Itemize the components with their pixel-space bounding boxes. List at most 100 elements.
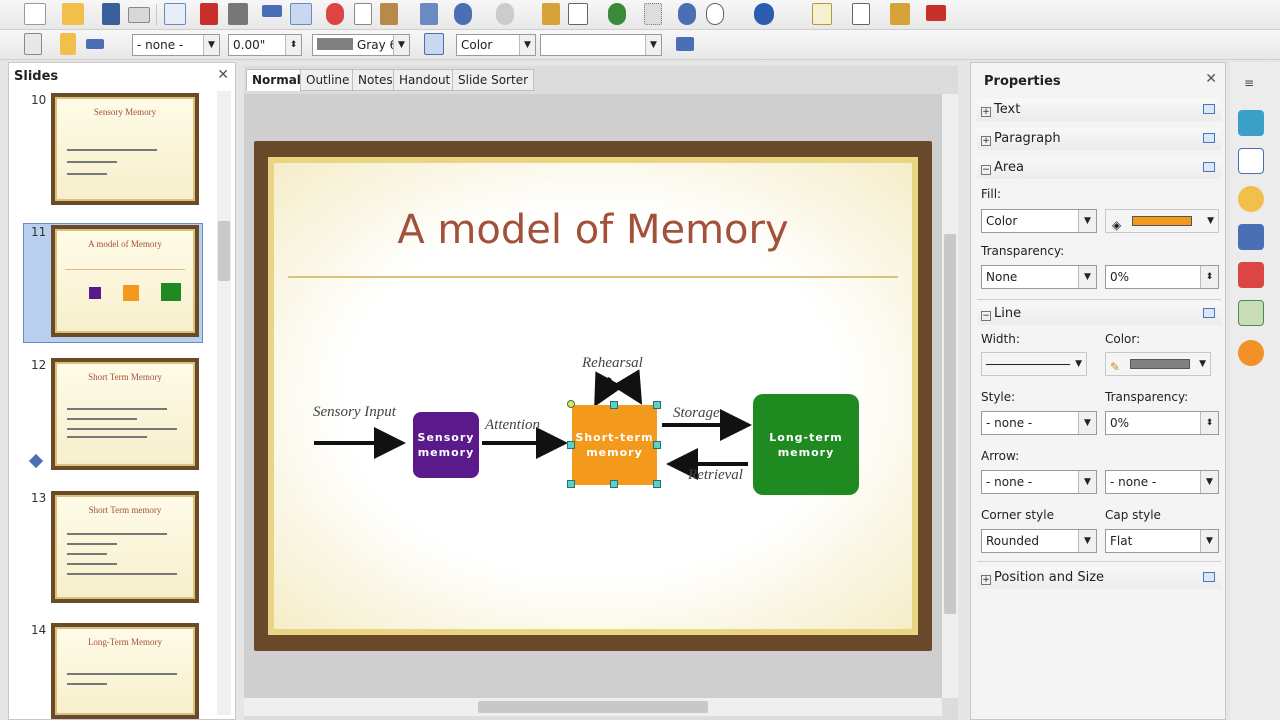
navigator-icon[interactable] xyxy=(1238,340,1264,366)
spin-icon: ⬍ xyxy=(1200,266,1218,288)
box-label: Short-term xyxy=(575,431,654,444)
section-area[interactable]: − Area xyxy=(977,157,1221,179)
chevron-down-icon: ▼ xyxy=(1078,530,1096,552)
line-style-value: - none - xyxy=(986,416,1033,430)
custom-animation-icon[interactable] xyxy=(1238,262,1264,288)
sidebar-deck: ≡ xyxy=(1230,62,1280,720)
collapse-icon: − xyxy=(981,311,991,321)
short-term-memory-box[interactable]: Short-term memory xyxy=(572,405,657,485)
section-label: Paragraph xyxy=(994,131,1061,146)
label-retrieval: Retrieval xyxy=(688,467,743,483)
resize-handle[interactable] xyxy=(567,480,575,488)
gallery-icon[interactable] xyxy=(1238,300,1264,326)
line-color-picker[interactable]: ✎ ▼ xyxy=(1105,352,1211,376)
section-label: Area xyxy=(994,160,1024,175)
arrow-start-select[interactable]: - none - ▼ xyxy=(981,470,1097,494)
line-transparency-label: Transparency: xyxy=(1105,390,1189,404)
resize-handle[interactable] xyxy=(610,480,618,488)
line-width-label: Width: xyxy=(981,332,1020,346)
resize-handle[interactable] xyxy=(653,401,661,409)
chevron-down-icon: ▼ xyxy=(1200,530,1218,552)
long-term-memory-box[interactable]: Long-term memory xyxy=(753,394,859,495)
more-options-icon[interactable] xyxy=(1203,133,1215,143)
line-transparency-field[interactable]: 0% ⬍ xyxy=(1105,411,1219,435)
arrow-rehearsal-up xyxy=(611,369,643,405)
more-options-icon[interactable] xyxy=(1203,308,1215,318)
transparency-label: Transparency: xyxy=(981,244,1065,258)
line-color-swatch xyxy=(1130,359,1190,369)
arrow-label: Arrow: xyxy=(981,449,1020,463)
transparency-select[interactable]: None ▼ xyxy=(981,265,1097,289)
sensory-memory-box[interactable]: Sensory memory xyxy=(413,412,479,478)
chevron-down-icon: ▼ xyxy=(1078,412,1096,434)
pencil-icon: ✎ xyxy=(1110,360,1121,374)
line-transparency-value: 0% xyxy=(1110,416,1130,430)
arrow-end-value: - none - xyxy=(1110,475,1157,489)
chevron-down-icon: ▼ xyxy=(1075,359,1082,369)
line-width-picker[interactable]: ▼ xyxy=(981,352,1087,376)
cap-style-value: Flat xyxy=(1110,534,1133,548)
section-label: Position and Size xyxy=(994,570,1105,585)
label-storage: Storage xyxy=(673,405,720,421)
box-label: memory xyxy=(777,445,835,459)
section-line[interactable]: − Line xyxy=(977,303,1221,325)
cap-style-select[interactable]: Flat ▼ xyxy=(1105,529,1219,553)
slide-transition-icon[interactable] xyxy=(1238,224,1264,250)
transparency-percent-value: 0% xyxy=(1110,270,1130,284)
rotation-handle[interactable] xyxy=(567,400,575,408)
more-options-icon[interactable] xyxy=(1203,104,1215,114)
chevron-down-icon: ▼ xyxy=(1207,216,1214,226)
close-icon[interactable]: ✕ xyxy=(1205,71,1217,87)
expand-icon: + xyxy=(981,136,991,146)
more-options-icon[interactable] xyxy=(1203,572,1215,582)
line-style-label: Style: xyxy=(981,390,1016,404)
resize-handle[interactable] xyxy=(653,441,661,449)
properties-title: Properties xyxy=(984,74,1061,89)
master-slides-icon[interactable] xyxy=(1238,148,1264,174)
fill-color-swatch xyxy=(1132,216,1192,226)
section-text[interactable]: + Text xyxy=(977,99,1221,121)
arrow-start-value: - none - xyxy=(986,475,1033,489)
fill-select[interactable]: Color ▼ xyxy=(981,209,1097,233)
divider xyxy=(977,299,1221,300)
arrow-end-select[interactable]: - none - ▼ xyxy=(1105,470,1219,494)
label-attention: Attention xyxy=(485,417,540,433)
resize-handle[interactable] xyxy=(653,480,661,488)
star-icon[interactable] xyxy=(1238,186,1264,212)
fill-value: Color xyxy=(986,214,1018,228)
line-width-preview xyxy=(986,364,1070,365)
paint-bucket-icon: ◈ xyxy=(1112,218,1122,232)
transparency-percent-field[interactable]: 0% ⬍ xyxy=(1105,265,1219,289)
section-label: Line xyxy=(994,306,1022,321)
collapse-icon: − xyxy=(981,165,991,175)
fill-color-picker[interactable]: ◈ ▼ xyxy=(1105,209,1219,233)
line-color-label: Color: xyxy=(1105,332,1141,346)
section-paragraph[interactable]: + Paragraph xyxy=(977,128,1221,150)
resize-handle[interactable] xyxy=(610,401,618,409)
chevron-down-icon: ▼ xyxy=(1078,471,1096,493)
box-label: memory xyxy=(586,446,643,459)
line-style-select[interactable]: - none - ▼ xyxy=(981,411,1097,435)
chevron-down-icon: ▼ xyxy=(1199,359,1206,369)
resize-handle[interactable] xyxy=(567,441,575,449)
box-label: memory xyxy=(417,446,475,459)
more-options-icon[interactable] xyxy=(1203,162,1215,172)
chevron-down-icon: ▼ xyxy=(1200,471,1218,493)
corner-style-select[interactable]: Rounded ▼ xyxy=(981,529,1097,553)
chevron-down-icon: ▼ xyxy=(1078,266,1096,288)
properties-panel: Properties ✕ + Text + Paragraph − Area Fill… xyxy=(970,62,1226,720)
chevron-down-icon: ▼ xyxy=(1078,210,1096,232)
divider xyxy=(977,561,1221,562)
expand-icon: + xyxy=(981,575,991,585)
corner-style-value: Rounded xyxy=(986,534,1039,548)
label-sensory-input: Sensory Input xyxy=(313,404,396,420)
properties-deck-icon[interactable] xyxy=(1238,110,1264,136)
menu-icon[interactable]: ≡ xyxy=(1244,76,1254,90)
fill-label: Fill: xyxy=(981,187,1002,201)
section-label: Text xyxy=(994,102,1021,117)
section-position-and-size[interactable]: + Position and Size xyxy=(977,567,1221,589)
transparency-value: None xyxy=(986,270,1018,284)
cap-style-label: Cap style xyxy=(1105,508,1161,522)
label-rehearsal: Rehearsal xyxy=(582,355,643,371)
expand-icon: + xyxy=(981,107,991,117)
